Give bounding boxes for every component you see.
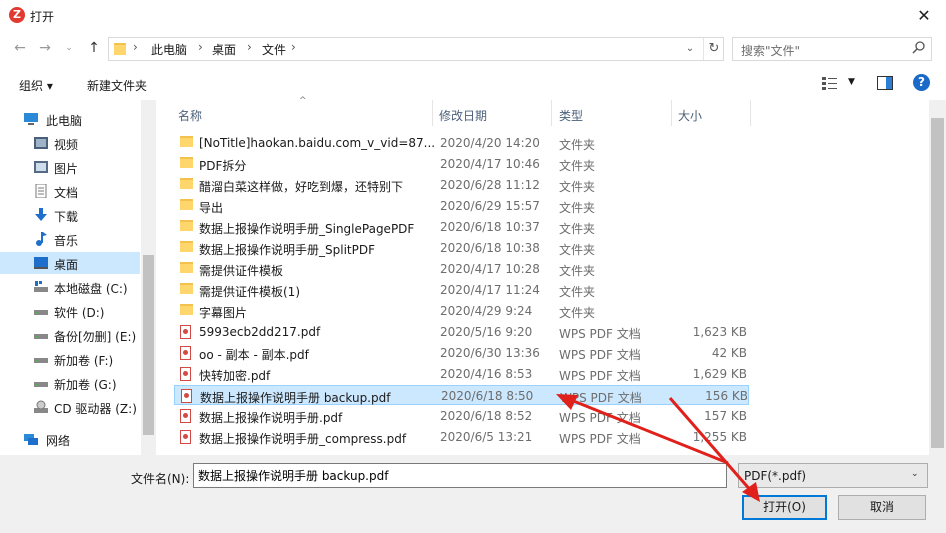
annotation-arrow-head xyxy=(556,394,578,410)
annotation-arrow-line xyxy=(565,396,729,465)
annotation-arrows xyxy=(556,394,760,502)
